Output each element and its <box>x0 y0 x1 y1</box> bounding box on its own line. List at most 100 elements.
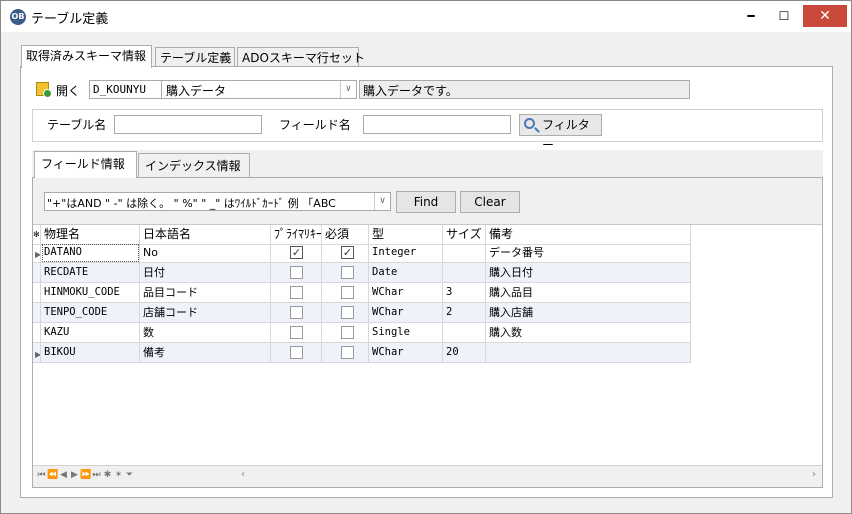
cell-physical-name[interactable]: KAZU <box>41 323 140 343</box>
prev-record-icon[interactable]: ◀ <box>58 466 69 484</box>
table-row[interactable]: TENPO_CODE 店舗コード WChar 2 購入店舗 <box>33 303 691 323</box>
primary-key-checkbox[interactable] <box>290 286 303 299</box>
cell-required[interactable]: ✓ <box>322 243 369 263</box>
cell-primary-key[interactable] <box>271 343 322 363</box>
find-button[interactable]: Find <box>396 191 456 213</box>
column-header-remarks[interactable]: 備考 <box>486 225 691 245</box>
scroll-left-button[interactable]: ‹ <box>235 466 251 484</box>
cell-physical-name[interactable]: BIKOU <box>41 343 140 363</box>
row-selector[interactable] <box>33 283 41 303</box>
table-row[interactable]: ▶ BIKOU 備考 WChar 20 <box>33 343 691 363</box>
column-header-type[interactable]: 型 <box>369 225 443 245</box>
next-record-icon[interactable]: ▶ <box>69 466 80 484</box>
column-header-japanese-name[interactable]: 日本語名 <box>140 225 271 245</box>
search-combo[interactable]: "+"はAND " -" は除く。 " %" " _" はﾜｲﾙﾄﾞｶｰﾄﾞ 例… <box>44 192 391 211</box>
cell-type[interactable]: Single <box>369 323 443 343</box>
delete-record-icon[interactable]: ✶ <box>113 466 124 484</box>
cell-type[interactable]: Integer <box>369 243 443 263</box>
close-button[interactable]: ✕ <box>803 5 847 27</box>
column-header-required[interactable]: 必須 <box>322 225 369 245</box>
cell-remarks[interactable]: 購入数 <box>486 323 691 343</box>
primary-key-checkbox[interactable] <box>290 266 303 279</box>
filter-button[interactable]: フィルター <box>519 114 602 152</box>
cell-size[interactable] <box>443 263 486 283</box>
cell-type[interactable]: WChar <box>369 303 443 323</box>
filter-record-icon[interactable]: ⏷ <box>124 466 135 484</box>
required-checkbox[interactable]: ✓ <box>341 246 354 259</box>
cell-primary-key[interactable] <box>271 283 322 303</box>
required-checkbox[interactable] <box>341 266 354 279</box>
cell-japanese-name[interactable]: 品目コード <box>140 283 271 303</box>
column-header-physical-name[interactable]: 物理名 <box>41 225 140 245</box>
row-selector[interactable]: ▶ <box>33 243 41 263</box>
cell-primary-key[interactable] <box>271 303 322 323</box>
tab-field-info[interactable]: フィールド情報 <box>34 151 137 178</box>
cell-physical-name[interactable]: RECDATE <box>41 263 140 283</box>
cell-physical-name[interactable]: TENPO_CODE <box>41 303 140 323</box>
field-name-input[interactable] <box>363 115 511 134</box>
tab-schema-info[interactable]: 取得済みスキーマ情報 <box>21 45 152 68</box>
cell-physical-name[interactable]: HINMOKU_CODE <box>41 283 140 303</box>
tab-ado-schema-rowset[interactable]: ADOスキーマ行セット <box>237 47 365 67</box>
required-checkbox[interactable] <box>341 326 354 339</box>
table-row[interactable]: KAZU 数 Single 購入数 <box>33 323 691 343</box>
cell-japanese-name[interactable]: No <box>140 243 271 263</box>
maximize-button[interactable]: ☐ <box>769 5 799 27</box>
minimize-button[interactable]: ━ <box>736 5 766 27</box>
cell-japanese-name[interactable]: 日付 <box>140 263 271 283</box>
field-grid[interactable]: ✻ 物理名 日本語名 ﾌﾟﾗｲﾏﾘｷｰ 必須型サイズ 備考 ▶ DATANO No ✓ ✓ Integ… <box>33 224 822 465</box>
required-checkbox[interactable] <box>341 286 354 299</box>
scroll-right-button[interactable]: › <box>806 466 822 484</box>
table-name-input[interactable] <box>114 115 262 134</box>
primary-key-checkbox[interactable] <box>290 306 303 319</box>
cell-size[interactable]: 3 <box>443 283 486 303</box>
cell-remarks[interactable]: 購入店舗 <box>486 303 691 323</box>
cell-remarks[interactable]: 購入日付 <box>486 263 691 283</box>
tab-index-info[interactable]: インデックス情報 <box>138 153 250 177</box>
clear-button[interactable]: Clear <box>460 191 520 213</box>
cell-physical-name[interactable]: DATANO <box>41 243 140 263</box>
row-selector[interactable]: ▶ <box>33 343 41 363</box>
cell-primary-key[interactable]: ✓ <box>271 243 322 263</box>
column-header-size[interactable]: サイズ <box>443 225 486 245</box>
cell-type[interactable]: WChar <box>369 343 443 363</box>
next-page-icon[interactable]: ⏩ <box>80 466 91 484</box>
row-selector[interactable] <box>33 263 41 283</box>
required-checkbox[interactable] <box>341 306 354 319</box>
cell-primary-key[interactable] <box>271 263 322 283</box>
add-record-icon[interactable]: ✱ <box>102 466 113 484</box>
column-header-primary-key[interactable]: ﾌﾟﾗｲﾏﾘｷｰ <box>271 225 322 245</box>
cell-japanese-name[interactable]: 数 <box>140 323 271 343</box>
last-record-icon[interactable]: ⏭ <box>91 466 102 484</box>
cell-type[interactable]: Date <box>369 263 443 283</box>
chevron-down-icon[interactable]: ∨ <box>374 193 390 210</box>
cell-remarks[interactable]: データ番号 <box>486 243 691 263</box>
cell-required[interactable] <box>322 343 369 363</box>
cell-size[interactable] <box>443 323 486 343</box>
cell-primary-key[interactable] <box>271 323 322 343</box>
row-selector[interactable] <box>33 323 41 343</box>
open-folder-icon[interactable] <box>36 82 52 98</box>
cell-remarks[interactable]: 購入品目 <box>486 283 691 303</box>
table-select-combo[interactable]: D_KOUNYU 購入データ ∨ <box>89 80 357 99</box>
open-label[interactable]: 開く <box>56 82 80 99</box>
primary-key-checkbox[interactable] <box>290 346 303 359</box>
cell-japanese-name[interactable]: 店舗コード <box>140 303 271 323</box>
cell-type[interactable]: WChar <box>369 283 443 303</box>
required-checkbox[interactable] <box>341 346 354 359</box>
table-row[interactable]: RECDATE 日付 Date 購入日付 <box>33 263 691 283</box>
cell-required[interactable] <box>322 303 369 323</box>
table-row[interactable]: ▶ DATANO No ✓ ✓ Integer データ番号 <box>33 243 691 263</box>
first-record-icon[interactable]: ⏮ <box>36 466 47 484</box>
prev-page-icon[interactable]: ⏪ <box>47 466 58 484</box>
cell-size[interactable] <box>443 243 486 263</box>
primary-key-checkbox[interactable]: ✓ <box>290 246 303 259</box>
cell-required[interactable] <box>322 283 369 303</box>
title-bar[interactable]: OB テーブル定義 ━ ☐ ✕ <box>1 1 851 32</box>
cell-size[interactable]: 2 <box>443 303 486 323</box>
cell-required[interactable] <box>322 263 369 283</box>
cell-remarks[interactable] <box>486 343 691 363</box>
cell-required[interactable] <box>322 323 369 343</box>
primary-key-checkbox[interactable] <box>290 326 303 339</box>
cell-size[interactable]: 20 <box>443 343 486 363</box>
